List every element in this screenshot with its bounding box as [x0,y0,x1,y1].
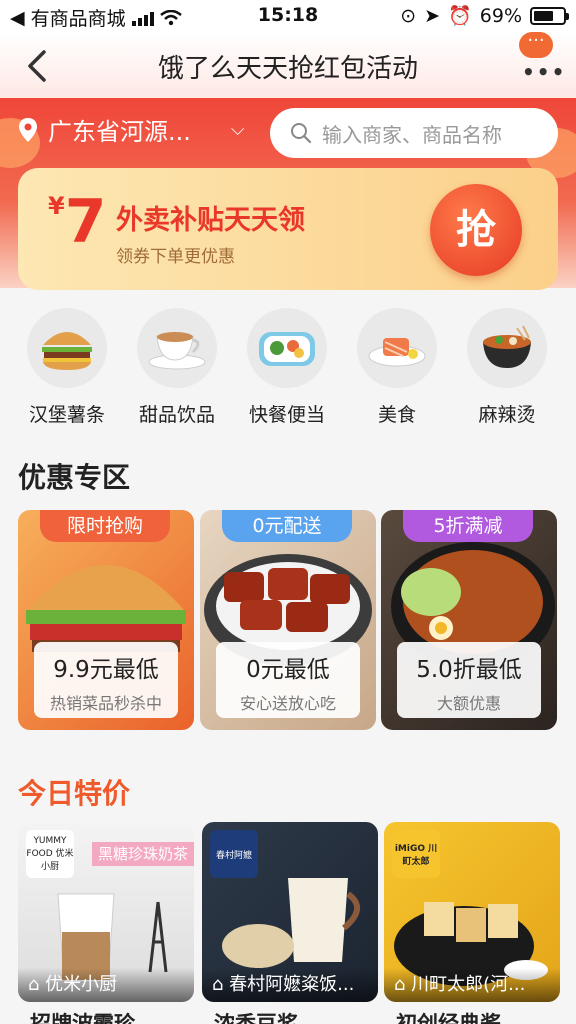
chat-bubble-icon: ··· [519,32,553,58]
location-selector[interactable]: 广东省河源... ⌵ [18,112,245,147]
promo-subtitle: 热销菜品秒杀中 [49,694,162,713]
category-label: 甜品饮品 [138,404,215,426]
rotation-lock-icon: ⊙ [400,4,417,27]
salmon-icon [357,308,437,388]
promo-card-free-delivery[interactable]: 0元配送 0元最低 安心送放心吃 [200,510,376,730]
search-input[interactable]: 输入商家、商品名称 [270,108,558,158]
category-label: 麻辣烫 [478,404,536,426]
bento-icon [247,308,327,388]
promo-tag: 5折满减 [403,510,533,542]
promo-subtitle: 大额优惠 [436,694,501,713]
promo-info: 5.0折最低 大额优惠 [397,642,541,718]
coupon-headline: 外卖补贴天天领 [116,205,305,236]
location-arrow-icon: ➤ [424,4,441,27]
category-label: 汉堡薯条 [28,404,105,426]
page-title: 饿了么天天抢红包活动 [157,54,418,84]
category-fast-food[interactable]: 快餐便当 [232,308,342,427]
dish-title: 初创经典酱 [396,1012,501,1024]
promo-title: 0元最低 [246,657,330,683]
promo-info: 9.9元最低 热销菜品秒杀中 [34,642,178,718]
today-card-yummy[interactable]: YUMMY FOOD 优米小厨 黑糖珍珠奶茶 ⌂ 优米小厨 [18,822,194,1002]
promo-subtitle: 安心送放心吃 [239,694,336,713]
battery-percent: 69% [479,4,522,27]
dish-title: 招牌波霸珍 [30,1012,135,1024]
location-pin-icon [19,117,37,142]
today-card-chuncun[interactable]: 春村阿嬷 ⌂ 春村阿嬷粢饭... [202,822,378,1002]
shop-name: ⌂ 春村阿嬷粢饭... [202,968,378,1002]
shop-name: ⌂ 川町太郎(河... [384,968,560,1002]
promo-section-title: 优惠专区 [18,461,131,494]
shop-name: ⌂ 优米小厨 [18,968,194,1002]
promo-card-half-price[interactable]: 5折满减 5.0折最低 大额优惠 [381,510,557,730]
grab-coupon-button[interactable]: 抢 [430,184,522,276]
battery-icon [530,6,569,25]
coupon-banner[interactable]: ¥7 外卖补贴天天领 领券下单更优惠 抢 [18,168,558,290]
promo-tag: 限时抢购 [40,510,170,542]
more-dots-icon: ••• [522,60,567,84]
promo-info: 0元最低 安心送放心吃 [216,642,360,718]
search-icon [291,123,312,144]
category-malatang[interactable]: 麻辣烫 [452,308,562,427]
category-label: 快餐便当 [248,404,325,426]
chevron-down-icon: ⌵ [230,119,245,140]
promo-title: 9.9元最低 [53,657,159,683]
dish-title: 浓香豆浆 [214,1012,298,1024]
search-placeholder: 输入商家、商品名称 [322,122,502,147]
alarm-icon: ⏰ [448,5,472,27]
nav-bar: 饿了么天天抢红包活动 ··· ••• [0,32,576,98]
status-bar: ◀ 有商品商城 15:18 ⊙ ➤ ⏰ 69% [0,0,576,32]
today-section-title: 今日特价 [18,777,131,810]
hotpot-icon [467,308,547,388]
category-dessert-drinks[interactable]: 甜品饮品 [122,308,232,427]
category-row: 汉堡薯条 甜品饮品 快餐便当 美食 麻辣烫 [0,308,576,428]
category-label: 美食 [377,404,416,426]
burger-icon [27,308,107,388]
category-food[interactable]: 美食 [342,308,452,427]
today-card-chuanting[interactable]: iMiGO 川町太郎 ⌂ 川町太郎(河... [384,822,560,1002]
coupon-amount: ¥7 [48,187,107,257]
coupon-subtitle: 领券下单更优惠 [116,247,235,267]
category-burger[interactable]: 汉堡薯条 [12,308,122,427]
promo-card-flash-sale[interactable]: 限时抢购 9.9元最低 热销菜品秒杀中 [18,510,194,730]
promo-tag: 0元配送 [222,510,352,542]
coffee-icon [137,308,217,388]
location-label: 广东省河源... [48,118,191,146]
more-menu-button[interactable]: ··· ••• [516,32,564,84]
promo-title: 5.0折最低 [416,657,522,683]
